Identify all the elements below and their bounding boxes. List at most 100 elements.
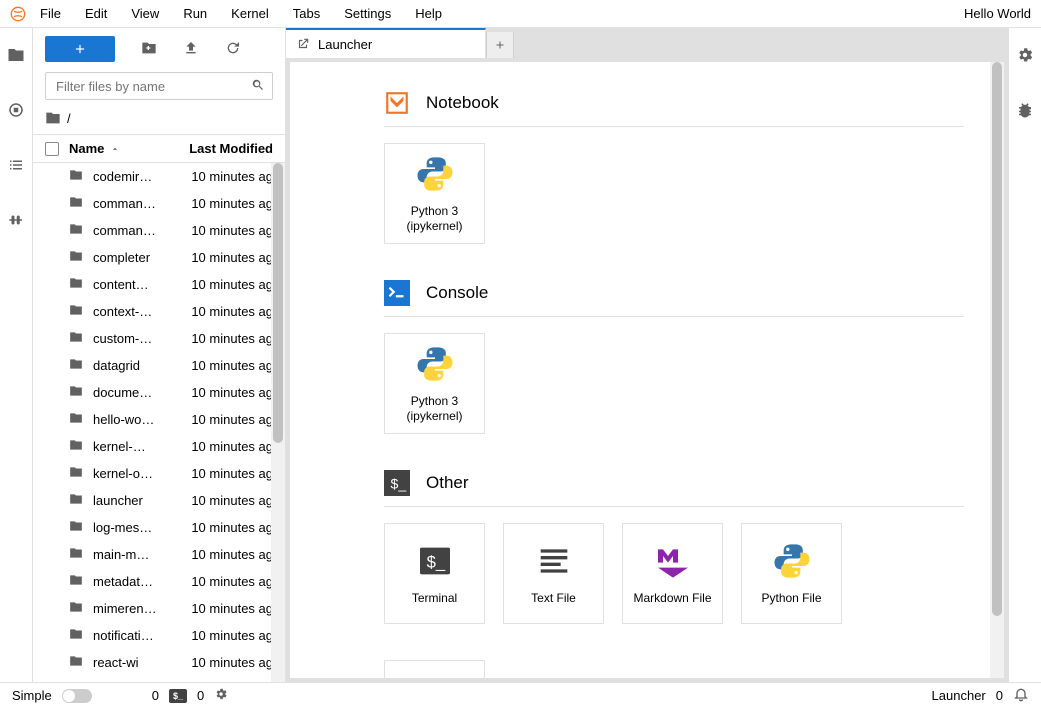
file-browser-icon[interactable] <box>7 46 25 67</box>
folder-icon <box>69 168 83 185</box>
folder-icon <box>69 492 83 509</box>
menu-kernel[interactable]: Kernel <box>231 6 269 21</box>
file-row[interactable]: notificati…10 minutes ag <box>33 622 285 649</box>
new-tab-button[interactable] <box>486 32 514 58</box>
simple-label: Simple <box>12 688 52 703</box>
file-row[interactable]: metadat…10 minutes ag <box>33 568 285 595</box>
python-icon <box>415 344 455 384</box>
debugger-icon[interactable] <box>1016 101 1034 122</box>
folder-icon <box>69 195 83 212</box>
menubar: File Edit View Run Kernel Tabs Settings … <box>0 0 1041 28</box>
card-label: Markdown File <box>633 591 711 605</box>
file-name: hello-wo… <box>93 412 181 427</box>
menu-help[interactable]: Help <box>415 6 442 21</box>
folder-icon <box>69 546 83 563</box>
file-row[interactable]: comman…10 minutes ag <box>33 217 285 244</box>
file-row[interactable]: completer10 minutes ag <box>33 244 285 271</box>
file-row[interactable]: content…10 minutes ag <box>33 271 285 298</box>
file-modified: 10 minutes ag <box>181 574 273 589</box>
file-row[interactable]: log-mes…10 minutes ag <box>33 514 285 541</box>
file-row[interactable]: comman…10 minutes ag <box>33 190 285 217</box>
file-name: kernel-… <box>93 439 181 454</box>
column-name[interactable]: Name <box>69 141 163 156</box>
folder-icon <box>69 330 83 347</box>
file-name: main-m… <box>93 547 181 562</box>
file-name: mimeren… <box>93 601 181 616</box>
file-row[interactable]: custom-…10 minutes ag <box>33 325 285 352</box>
breadcrumb[interactable]: / <box>33 102 285 135</box>
file-name: comman… <box>93 223 181 238</box>
notebook-python3-card[interactable]: Python 3 (ipykernel) <box>384 143 485 244</box>
file-name: notificati… <box>93 628 181 643</box>
pythonfile-card[interactable]: Python File <box>741 523 842 624</box>
console-python3-card[interactable]: Python 3 (ipykernel) <box>384 333 485 434</box>
sort-asc-icon <box>110 144 120 154</box>
settings-status-icon[interactable] <box>214 687 228 704</box>
jupyter-logo-icon <box>10 6 26 22</box>
search-icon <box>251 78 265 95</box>
status-right-count: 0 <box>996 688 1003 703</box>
menu-file[interactable]: File <box>40 6 61 21</box>
property-inspector-icon[interactable] <box>1016 46 1034 67</box>
folder-icon <box>69 627 83 644</box>
extra-card-icon <box>415 671 455 678</box>
file-name: react-wi <box>93 655 181 670</box>
file-row[interactable]: codemir…10 minutes ag <box>33 163 285 190</box>
launcher-scrollbar[interactable] <box>990 62 1004 678</box>
file-row[interactable]: kernel-…10 minutes ag <box>33 433 285 460</box>
extra-card[interactable] <box>384 660 485 678</box>
refresh-icon[interactable] <box>225 40 241 59</box>
folder-icon <box>69 465 83 482</box>
extensions-icon[interactable] <box>7 211 25 232</box>
tab-launcher[interactable]: Launcher <box>286 28 486 58</box>
card-label: Text File <box>531 591 576 605</box>
file-modified: 10 minutes ag <box>181 385 273 400</box>
file-row[interactable]: kernel-o…10 minutes ag <box>33 460 285 487</box>
file-row[interactable]: context-…10 minutes ag <box>33 298 285 325</box>
running-icon[interactable] <box>7 101 25 122</box>
file-filter-input[interactable] <box>45 72 273 100</box>
column-modified[interactable]: Last Modified <box>163 141 273 156</box>
launcher-body: Notebook Python 3 (ipykernel) Con <box>290 62 1004 678</box>
file-row[interactable]: datagrid10 minutes ag <box>33 352 285 379</box>
file-name: content… <box>93 277 181 292</box>
file-name: context-… <box>93 304 181 319</box>
tab-bar: Launcher <box>286 28 1008 58</box>
file-name: metadat… <box>93 574 181 589</box>
file-row[interactable]: mimeren…10 minutes ag <box>33 595 285 622</box>
toc-icon[interactable] <box>7 156 25 177</box>
folder-icon <box>69 249 83 266</box>
file-list-scrollbar[interactable] <box>271 163 285 682</box>
menu-view[interactable]: View <box>131 6 159 21</box>
file-modified: 10 minutes ag <box>181 304 273 319</box>
file-toolbar <box>33 28 285 70</box>
menu-edit[interactable]: Edit <box>85 6 107 21</box>
markdown-card[interactable]: Markdown File <box>622 523 723 624</box>
simple-toggle[interactable] <box>62 689 92 703</box>
file-name: completer <box>93 250 181 265</box>
menu-settings[interactable]: Settings <box>344 6 391 21</box>
file-row[interactable]: docume…10 minutes ag <box>33 379 285 406</box>
textfile-icon <box>534 541 574 581</box>
menu-tabs[interactable]: Tabs <box>293 6 320 21</box>
file-row[interactable]: main-m…10 minutes ag <box>33 541 285 568</box>
file-row[interactable]: launcher10 minutes ag <box>33 487 285 514</box>
activity-bar <box>0 28 33 682</box>
terminal-card[interactable]: $_ Terminal <box>384 523 485 624</box>
file-row[interactable]: react-wi10 minutes ag <box>33 649 285 676</box>
folder-icon <box>69 654 83 671</box>
python-icon <box>415 154 455 194</box>
notification-bell-icon[interactable] <box>1013 686 1029 705</box>
file-modified: 10 minutes ag <box>181 223 273 238</box>
upload-icon[interactable] <box>183 40 199 59</box>
other-section-icon: $_ <box>384 470 410 496</box>
file-browser-panel: / Name Last Modified codemir…10 minutes … <box>33 28 286 682</box>
terminal-status-icon[interactable]: $_ <box>169 689 187 703</box>
new-launcher-button[interactable] <box>45 36 115 62</box>
new-folder-icon[interactable] <box>141 40 157 59</box>
file-row[interactable]: hello-wo…10 minutes ag <box>33 406 285 433</box>
file-modified: 10 minutes ag <box>181 169 273 184</box>
select-all-checkbox[interactable] <box>45 142 59 156</box>
menu-run[interactable]: Run <box>183 6 207 21</box>
textfile-card[interactable]: Text File <box>503 523 604 624</box>
